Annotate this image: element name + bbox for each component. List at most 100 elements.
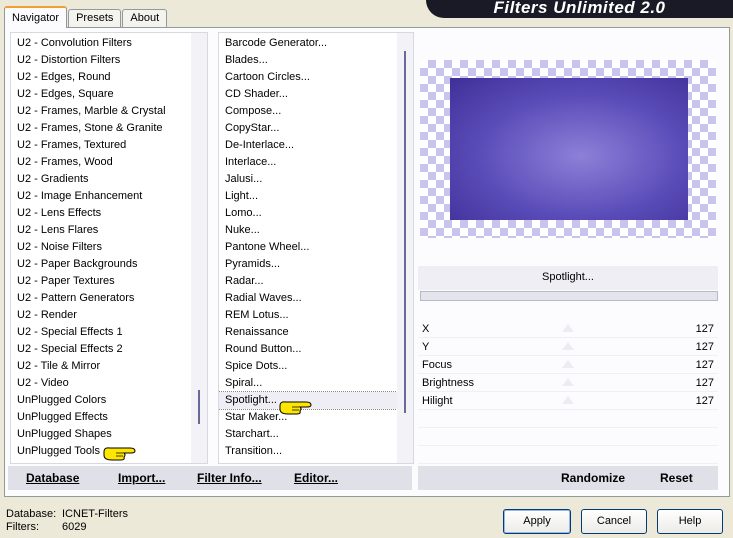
category-item[interactable]: U2 - Convolution Filters	[11, 35, 207, 52]
slider-hilight[interactable]: Hilight 127	[418, 392, 718, 410]
category-list[interactable]: U2 - Convolution Filters U2 - Distortion …	[10, 32, 208, 464]
filter-item[interactable]: Interlace...	[219, 154, 413, 171]
filter-item[interactable]: Barcode Generator...	[219, 35, 413, 52]
category-item[interactable]: U2 - Frames, Wood	[11, 154, 207, 171]
filter-list[interactable]: Barcode Generator... Blades... Cartoon Cir…	[218, 32, 414, 464]
category-item[interactable]: UnPlugged Effects	[11, 409, 207, 426]
filter-item[interactable]: CD Shader...	[219, 86, 413, 103]
filter-item[interactable]: Starchart...	[219, 426, 413, 443]
import-button[interactable]: Import...	[118, 471, 165, 485]
filter-scrollbar[interactable]	[397, 33, 413, 463]
filter-item[interactable]: CopyStar...	[219, 120, 413, 137]
filter-item[interactable]: Transition...	[219, 443, 413, 460]
slider-empty-row	[418, 446, 718, 464]
slider-label: Y	[422, 341, 430, 353]
tab-about[interactable]: About	[122, 9, 168, 28]
category-item[interactable]: U2 - Special Effects 2	[11, 341, 207, 358]
parameter-sliders: X 127 Y 127 Focus 127 Brightness 127 Hilight 127	[418, 320, 718, 464]
slider-value: 127	[695, 323, 714, 335]
slider-y[interactable]: Y 127	[418, 338, 718, 356]
category-item[interactable]: UnPlugged Shapes	[11, 426, 207, 443]
slider-focus[interactable]: Focus 127	[418, 356, 718, 374]
category-item[interactable]: U2 - Distortion Filters	[11, 52, 207, 69]
filters-count-value: 6029	[62, 521, 87, 533]
slider-brightness[interactable]: Brightness 127	[418, 374, 718, 392]
category-item[interactable]: U2 - Lens Effects	[11, 205, 207, 222]
slider-x[interactable]: X 127	[418, 320, 718, 338]
database-value: ICNET-Filters	[62, 508, 128, 520]
editor-button[interactable]: Editor...	[294, 471, 338, 485]
category-item[interactable]: U2 - Paper Backgrounds	[11, 256, 207, 273]
slider-knob[interactable]	[562, 342, 574, 350]
category-item[interactable]: U2 - Special Effects 1	[11, 324, 207, 341]
reset-button[interactable]: Reset	[660, 471, 693, 485]
filter-item[interactable]: Pantone Wheel...	[219, 239, 413, 256]
filter-item[interactable]: Jalusi...	[219, 171, 413, 188]
filter-item[interactable]: Cartoon Circles...	[219, 69, 413, 86]
filter-preview	[420, 60, 716, 238]
category-scroll-thumb[interactable]	[198, 390, 200, 424]
tab-presets[interactable]: Presets	[68, 9, 122, 28]
slider-value: 127	[695, 377, 714, 389]
filter-item[interactable]: Renaissance	[219, 324, 413, 341]
app-title-banner: Filters Unlimited 2.0	[426, 0, 733, 18]
category-item[interactable]: U2 - Tile & Mirror	[11, 358, 207, 375]
slider-empty-row	[418, 410, 718, 428]
filter-scroll-thumb[interactable]	[404, 51, 406, 413]
parameter-toolbar: Randomize Reset	[418, 466, 718, 490]
category-item[interactable]: U2 - Frames, Stone & Granite	[11, 120, 207, 137]
category-item[interactable]: U2 - Lens Flares	[11, 222, 207, 239]
filter-info-button[interactable]: Filter Info...	[197, 471, 262, 485]
filters-count-label: Filters:	[6, 521, 39, 533]
category-item[interactable]: U2 - Render	[11, 307, 207, 324]
slider-label: Hilight	[422, 395, 453, 407]
pointing-hand-icon	[103, 447, 136, 461]
filter-item[interactable]: Lomo...	[219, 205, 413, 222]
database-button[interactable]: Database	[26, 471, 79, 485]
category-item[interactable]: U2 - Edges, Round	[11, 69, 207, 86]
help-button[interactable]: Help	[657, 509, 723, 534]
slider-value: 127	[695, 359, 714, 371]
slider-label: X	[422, 323, 430, 335]
slider-label: Focus	[422, 359, 452, 371]
slider-knob[interactable]	[562, 396, 574, 404]
slider-value: 127	[695, 341, 714, 353]
tab-navigator[interactable]: Navigator	[4, 6, 68, 28]
slider-knob[interactable]	[562, 378, 574, 386]
category-item[interactable]: UnPlugged Colors	[11, 392, 207, 409]
filter-item[interactable]: Radar...	[219, 273, 413, 290]
filter-item[interactable]: Pyramids...	[219, 256, 413, 273]
filter-item[interactable]: Spotlight...	[219, 391, 413, 410]
category-item[interactable]: U2 - Image Enhancement	[11, 188, 207, 205]
tab-bar: Navigator Presets About	[4, 6, 168, 28]
category-item[interactable]: U2 - Gradients	[11, 171, 207, 188]
filter-item[interactable]: REM Lotus...	[219, 307, 413, 324]
category-item[interactable]: U2 - Video	[11, 375, 207, 392]
list-toolbar: Database Import... Filter Info... Editor…	[8, 466, 412, 490]
cancel-button[interactable]: Cancel	[581, 509, 647, 534]
slider-knob[interactable]	[562, 360, 574, 368]
category-item[interactable]: U2 - Edges, Square	[11, 86, 207, 103]
category-item[interactable]: U2 - Frames, Marble & Crystal	[11, 103, 207, 120]
filter-item[interactable]: Nuke...	[219, 222, 413, 239]
filter-item[interactable]: De-Interlace...	[219, 137, 413, 154]
filter-item[interactable]: Compose...	[219, 103, 413, 120]
randomize-button[interactable]: Randomize	[561, 471, 625, 485]
filter-item[interactable]: Star Maker...	[219, 409, 413, 426]
filter-item[interactable]: Spice Dots...	[219, 358, 413, 375]
category-item[interactable]: U2 - Noise Filters	[11, 239, 207, 256]
filter-item[interactable]: Round Button...	[219, 341, 413, 358]
category-scrollbar[interactable]	[191, 33, 207, 463]
category-item[interactable]: U2 - Frames, Textured	[11, 137, 207, 154]
slider-label: Brightness	[422, 377, 474, 389]
slider-knob[interactable]	[562, 324, 574, 332]
filter-item[interactable]: Radial Waves...	[219, 290, 413, 307]
filter-item[interactable]: Spiral...	[219, 375, 413, 392]
apply-button[interactable]: Apply	[503, 509, 571, 534]
category-item[interactable]: U2 - Paper Textures	[11, 273, 207, 290]
preview-image	[450, 78, 688, 220]
filter-items: Barcode Generator... Blades... Cartoon Cir…	[219, 33, 413, 460]
category-item[interactable]: U2 - Pattern Generators	[11, 290, 207, 307]
filter-item[interactable]: Blades...	[219, 52, 413, 69]
filter-item[interactable]: Light...	[219, 188, 413, 205]
